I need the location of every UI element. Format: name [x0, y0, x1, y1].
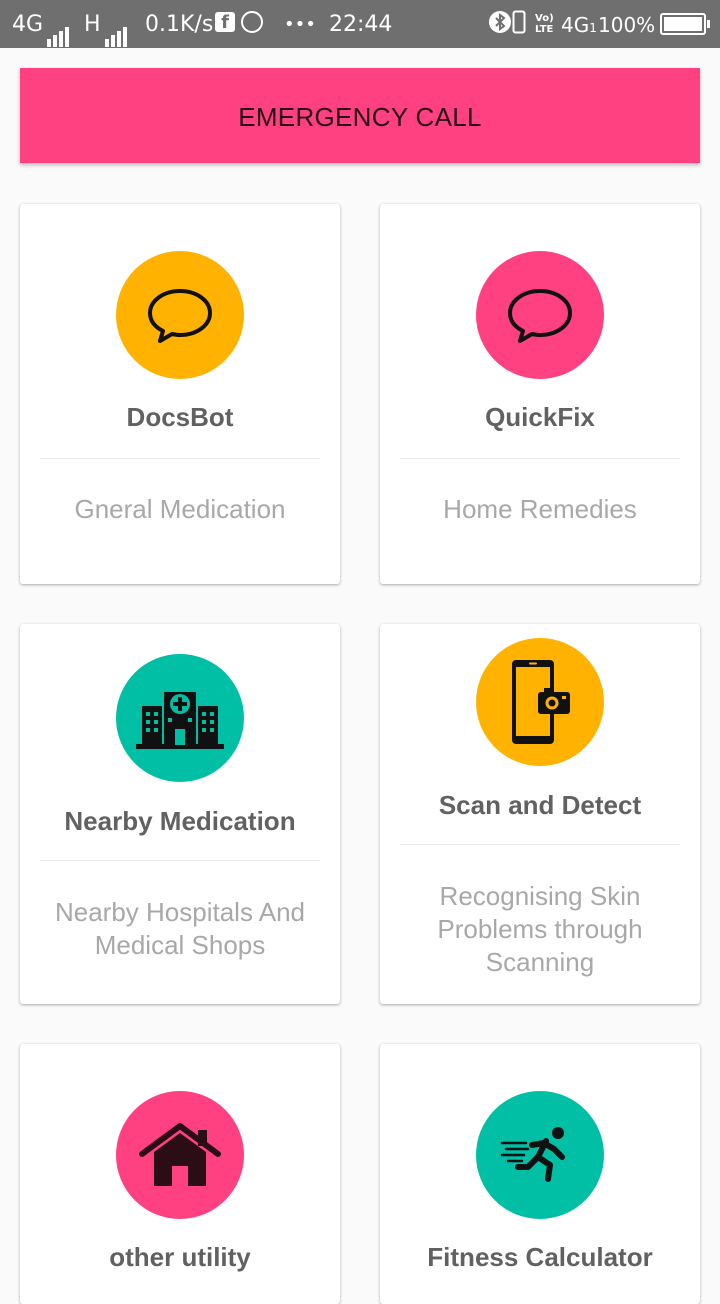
emergency-call-button[interactable]: EMERGENCY CALL [20, 68, 700, 163]
chat-bubble-icon [148, 289, 212, 343]
quickfix-icon-circle [476, 251, 604, 379]
notification-icons: f [215, 0, 263, 48]
network-speed: 0.1K/s [145, 12, 214, 37]
card-divider [400, 844, 680, 845]
network-type-label: 4G [12, 12, 44, 37]
status-bar: 4G H 0.1K/s f ••• 22:44 Vo) LTE 4G1 100% [0, 0, 720, 48]
lte-label: LTE [535, 24, 554, 35]
fitness-calculator-card[interactable]: Fitness Calculator [380, 1044, 700, 1304]
signal-strength-icon [104, 0, 129, 47]
nearby-medication-card[interactable]: Nearby Medication Nearby Hospitals And M… [20, 624, 340, 1004]
docsbot-card[interactable]: DocsBot Gneral Medication [20, 204, 340, 584]
network-type-label-3: 4G1 [561, 0, 597, 48]
card-divider [40, 458, 320, 459]
volte-label: Vo) [535, 13, 554, 24]
more-notifications-icon: ••• [284, 14, 316, 35]
vibrate-icon [512, 0, 526, 48]
card-divider [400, 458, 680, 459]
whatsapp-icon [241, 11, 263, 33]
battery-percentage: 100% [598, 13, 656, 37]
facebook-icon: f [215, 12, 235, 33]
chat-bubble-icon [508, 289, 572, 343]
runner-icon [500, 1127, 565, 1182]
scan-and-detect-subtitle: Recognising Skin Problems through Scanni… [437, 881, 643, 977]
network-type-text: 4G [561, 13, 590, 37]
nearby-medication-icon-circle [116, 654, 244, 782]
signal-group-2: H [84, 0, 129, 48]
scan-and-detect-title: Scan and Detect [438, 790, 642, 820]
bluetooth-icon [488, 0, 512, 48]
nearby-medication-title: Nearby Medication [64, 806, 296, 836]
phone-camera-icon [512, 660, 570, 744]
docsbot-icon-circle [116, 251, 244, 379]
scan-and-detect-card[interactable]: Scan and Detect Recognising Skin Problem… [380, 624, 700, 1004]
signal-strength-icon [47, 0, 71, 47]
quickfix-card[interactable]: QuickFix Home Remedies [380, 204, 700, 584]
quickfix-subtitle: Home Remedies [443, 494, 637, 524]
nearby-medication-subtitle: Nearby Hospitals And Medical Shops [54, 897, 306, 960]
sim-slot-label: 1 [589, 21, 597, 35]
home-icon [139, 1123, 221, 1186]
clock: 22:44 [329, 12, 393, 37]
docsbot-title: DocsBot [126, 402, 234, 432]
battery-icon [660, 13, 710, 35]
docsbot-subtitle: Gneral Medication [74, 494, 286, 524]
fitness-calculator-title: Fitness Calculator [427, 1242, 653, 1272]
quickfix-title: QuickFix [485, 402, 595, 432]
scan-and-detect-icon-circle [476, 638, 604, 766]
network-type-label: H [84, 12, 101, 37]
other-utility-title: other utility [109, 1242, 251, 1272]
card-divider [40, 860, 320, 861]
other-utility-card[interactable]: other utility [20, 1044, 340, 1304]
volte-indicator: Vo) LTE [535, 13, 554, 35]
other-utility-icon-circle [116, 1091, 244, 1219]
signal-group-1: 4G [12, 0, 71, 48]
hospital-icon [136, 692, 224, 749]
fitness-calculator-icon-circle [476, 1091, 604, 1219]
